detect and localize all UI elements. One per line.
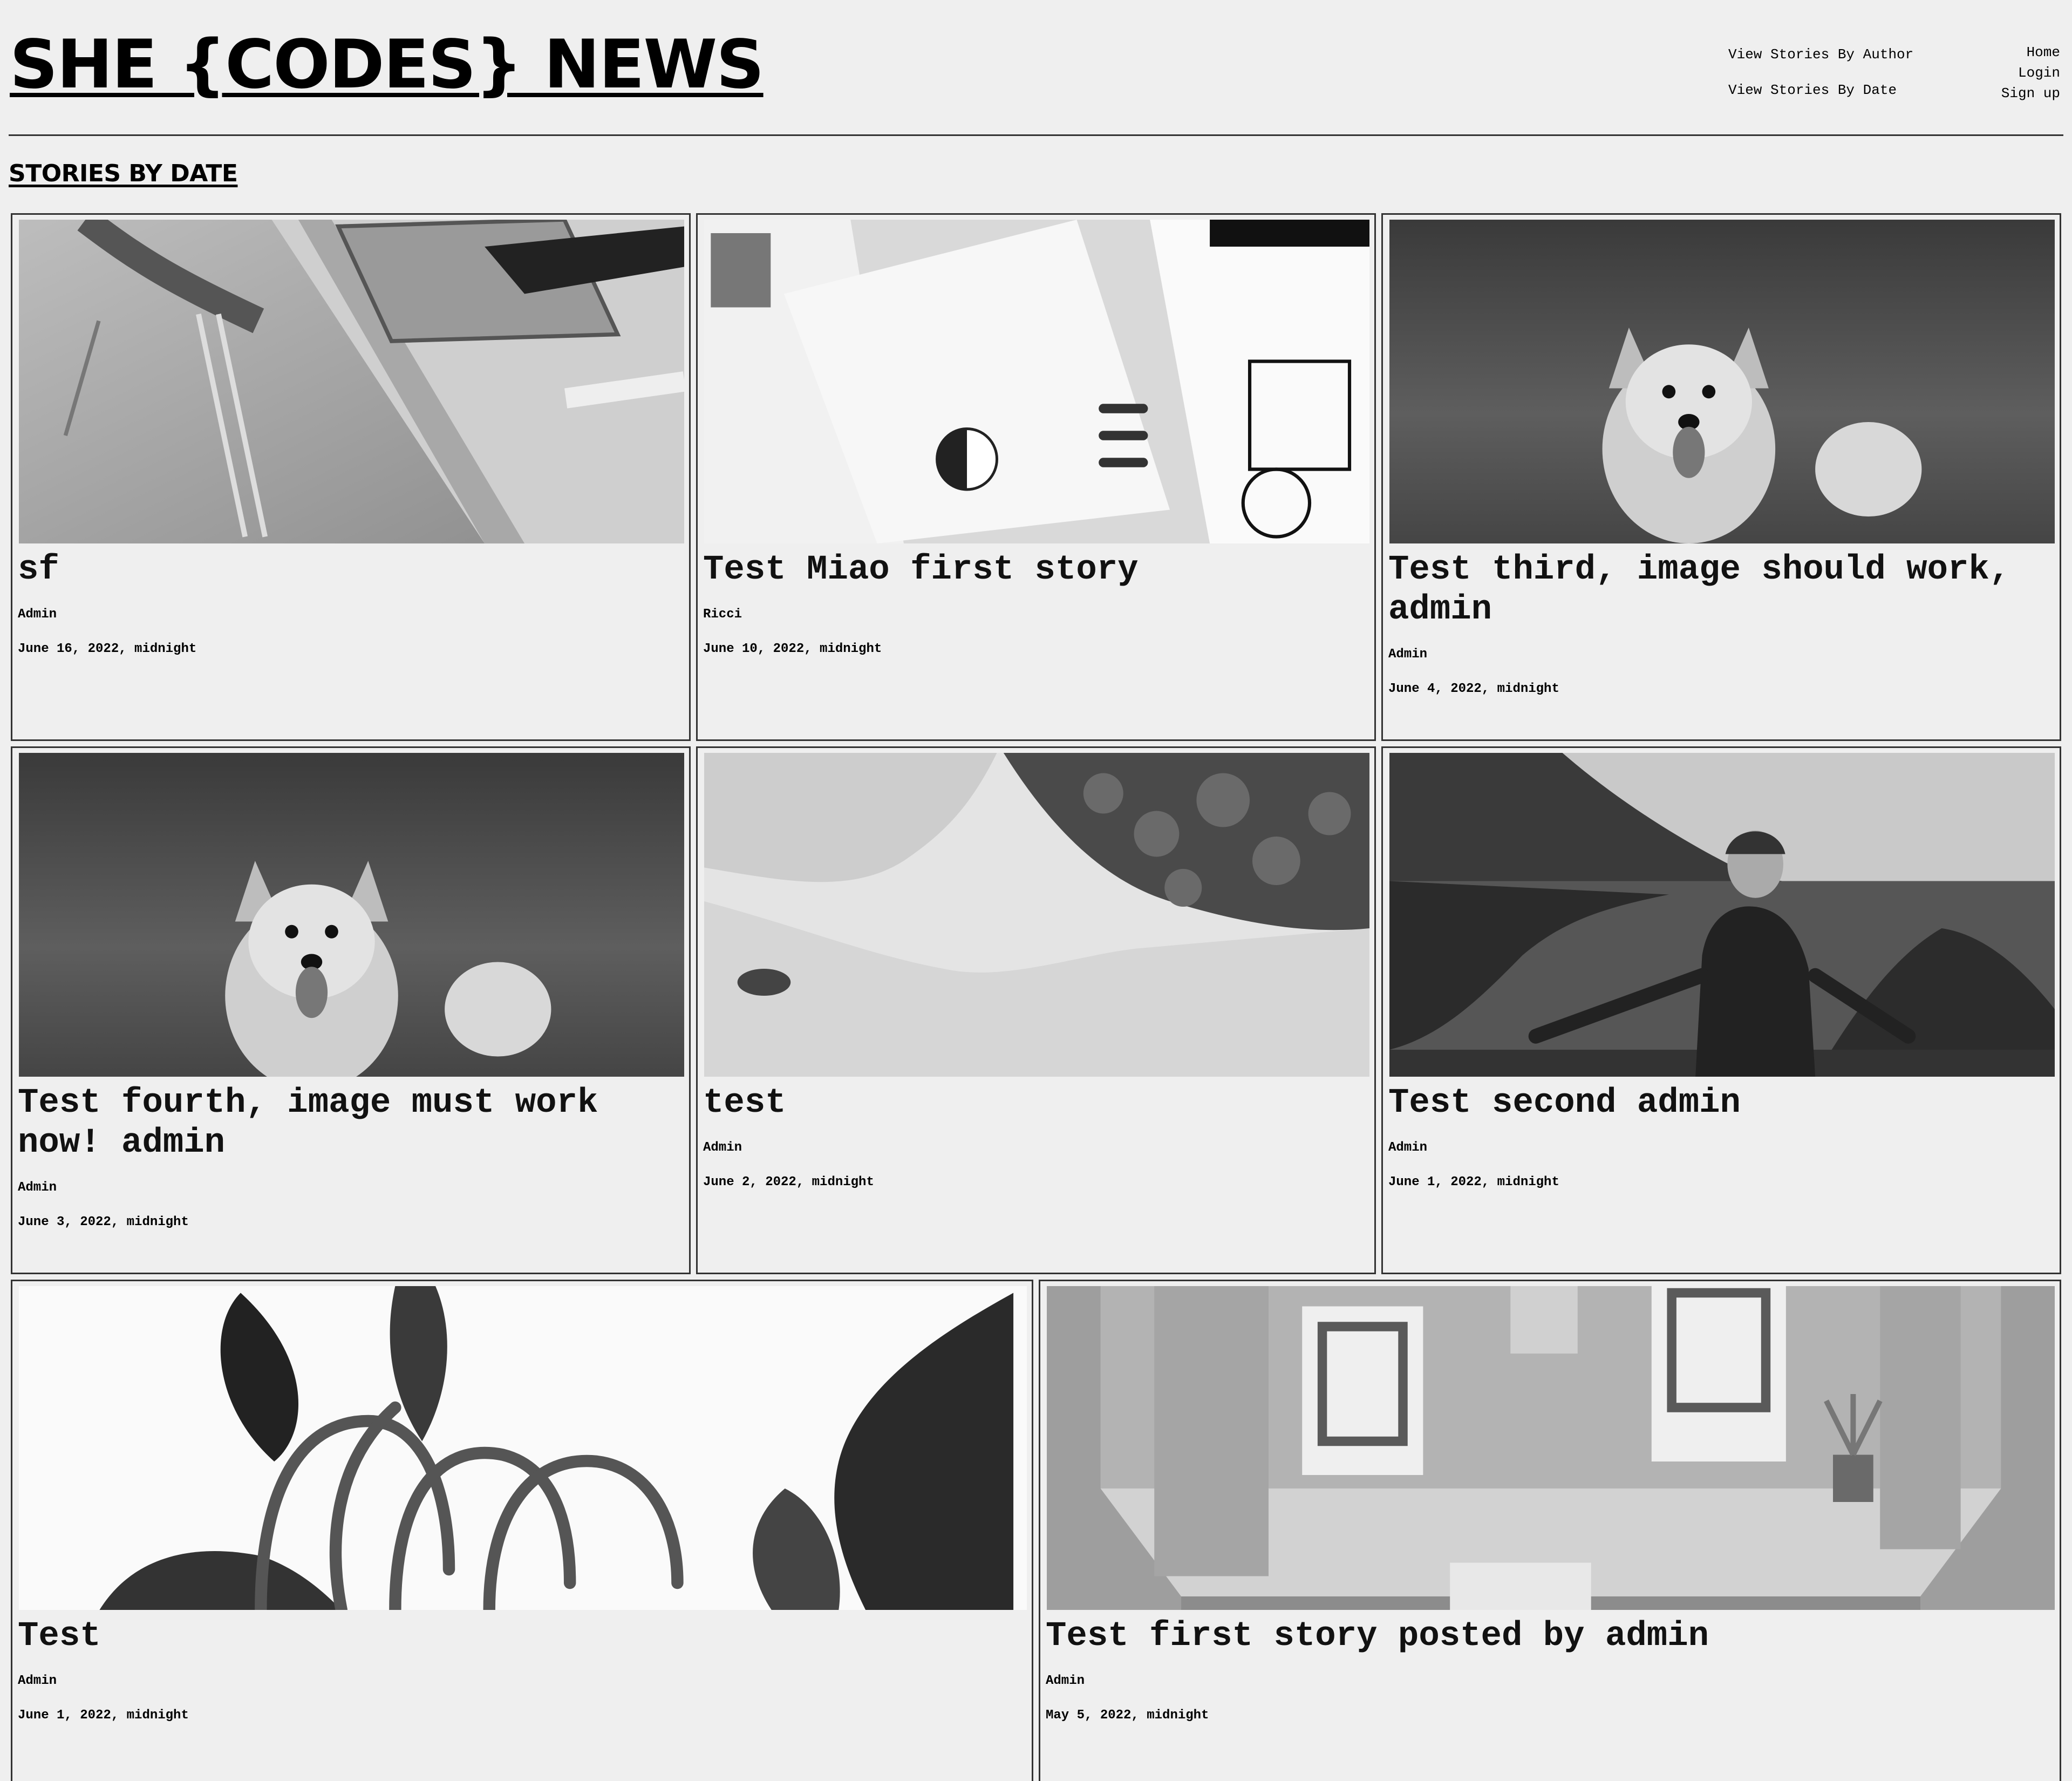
- story-image-beach: [704, 753, 1369, 1077]
- story-date: June 10, 2022, midnight: [703, 642, 882, 656]
- story-title: Test third, image should work, admin: [1388, 550, 2010, 629]
- story-date: June 1, 2022, midnight: [18, 1708, 189, 1723]
- story-date: June 3, 2022, midnight: [18, 1215, 189, 1229]
- story-date: June 1, 2022, midnight: [1388, 1175, 1559, 1189]
- nav-link-login[interactable]: Login: [2001, 63, 2060, 83]
- story-card[interactable]: sf Admin June 16, 2022, midnight: [11, 213, 691, 741]
- nav-link-home[interactable]: Home: [2001, 42, 2060, 63]
- story-card[interactable]: Test Miao first story Ricci June 10, 202…: [696, 213, 1376, 741]
- story-grid: sf Admin June 16, 2022, midnight Test Mi…: [11, 213, 2061, 1781]
- story-image-magazine: [704, 220, 1369, 543]
- site-title[interactable]: SHE {CODES} NEWS: [10, 28, 765, 102]
- story-card[interactable]: Test third, image should work, admin Adm…: [1381, 213, 2061, 741]
- nav-link-stories-by-author[interactable]: View Stories By Author: [1728, 46, 1913, 82]
- stories-nav: View Stories By Author View Stories By D…: [1728, 46, 1913, 118]
- story-title: Test fourth, image must work now! admin: [18, 1084, 598, 1163]
- story-author: Admin: [1388, 1140, 1428, 1155]
- story-author: Admin: [1388, 647, 1428, 662]
- story-date: June 16, 2022, midnight: [18, 642, 197, 656]
- story-title: Test Miao first story: [703, 550, 1139, 589]
- story-author: Ricci: [703, 607, 742, 622]
- story-card[interactable]: Test fourth, image must work now! admin …: [11, 746, 691, 1274]
- story-date: June 4, 2022, midnight: [1388, 682, 1559, 696]
- story-image-desk: [19, 220, 684, 543]
- section-heading: STORIES BY DATE: [9, 160, 238, 187]
- nav-link-stories-by-date[interactable]: View Stories By Date: [1728, 82, 1913, 118]
- story-image-gallery: [1047, 1286, 2055, 1610]
- story-date: May 5, 2022, midnight: [1046, 1708, 1209, 1723]
- story-author: Admin: [18, 607, 57, 622]
- story-title: sf: [18, 550, 59, 589]
- story-card[interactable]: test Admin June 2, 2022, midnight: [696, 746, 1376, 1274]
- story-author: Admin: [703, 1140, 742, 1155]
- story-image-plant: [19, 1286, 1027, 1610]
- header-divider: [9, 134, 2063, 136]
- story-author: Admin: [1046, 1674, 1085, 1688]
- story-card[interactable]: Test Admin June 1, 2022, midnight: [11, 1280, 1033, 1781]
- story-image-corgi: [1389, 220, 2055, 543]
- story-card[interactable]: Test second admin Admin June 1, 2022, mi…: [1381, 746, 2061, 1274]
- story-card[interactable]: Test first story posted by admin Admin M…: [1039, 1280, 2061, 1781]
- story-title: Test first story posted by admin: [1046, 1617, 1709, 1656]
- account-nav: Home Login Sign up: [2001, 42, 2060, 104]
- story-image-corgi: [19, 753, 684, 1077]
- story-title: Test second admin: [1388, 1084, 1741, 1123]
- story-title: test: [703, 1084, 786, 1123]
- story-title: Test: [18, 1617, 101, 1656]
- story-date: June 2, 2022, midnight: [703, 1175, 874, 1189]
- story-author: Admin: [18, 1674, 57, 1688]
- nav-link-sign-up[interactable]: Sign up: [2001, 83, 2060, 104]
- story-author: Admin: [18, 1180, 57, 1195]
- story-image-coast: [1389, 753, 2055, 1077]
